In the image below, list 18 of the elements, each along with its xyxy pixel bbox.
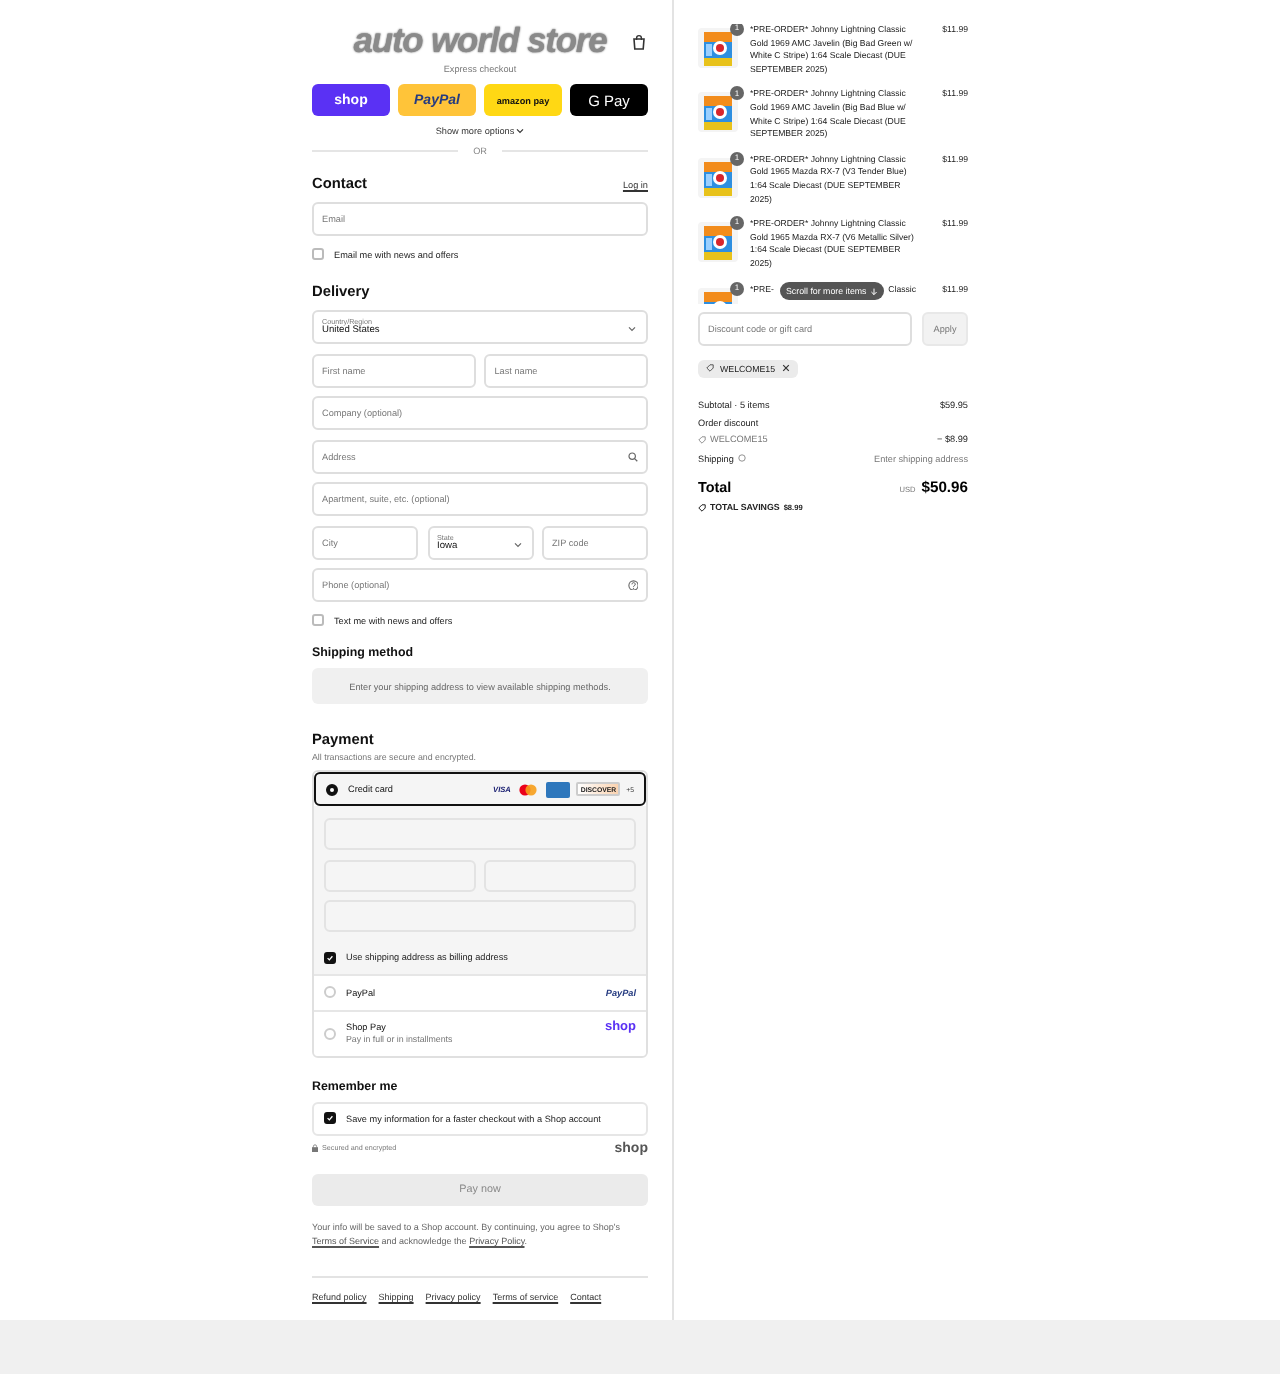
tag-icon bbox=[706, 364, 714, 372]
chevron-icon bbox=[516, 128, 525, 134]
mastercard-icon bbox=[516, 781, 541, 797]
chevron-icon bbox=[628, 326, 636, 332]
close-icon[interactable] bbox=[781, 364, 790, 372]
lock-icon bbox=[312, 1144, 318, 1152]
radio-button[interactable] bbox=[326, 783, 338, 795]
tag-icon bbox=[698, 503, 706, 511]
card-icon bbox=[546, 781, 571, 797]
checkbox[interactable] bbox=[324, 951, 336, 963]
checkbox[interactable] bbox=[324, 1112, 336, 1124]
search-icon bbox=[628, 451, 638, 461]
checkbox[interactable] bbox=[312, 248, 324, 260]
tag-icon bbox=[698, 435, 706, 443]
checkbox[interactable] bbox=[312, 614, 324, 626]
bag-icon[interactable] bbox=[632, 33, 646, 49]
chevron-icon bbox=[513, 541, 521, 547]
arrow-down-icon bbox=[870, 287, 879, 295]
